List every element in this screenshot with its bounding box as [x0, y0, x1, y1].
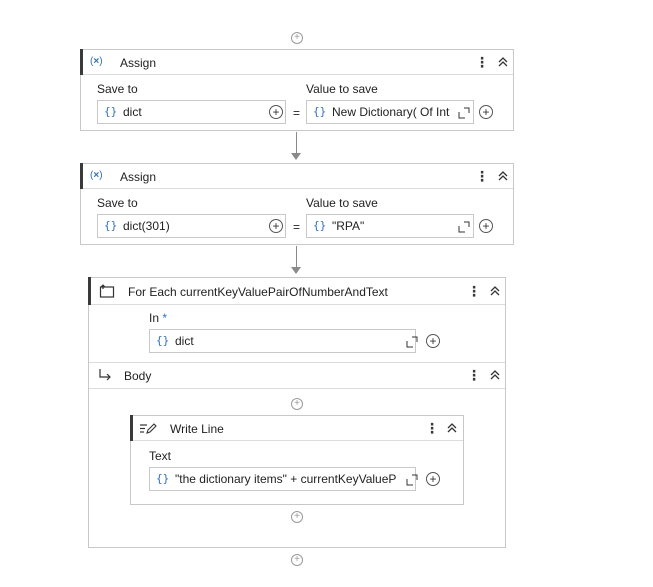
assign-1-save-to-braces-icon: {} [104, 105, 118, 118]
assign-1-value-label: Value to save [306, 82, 378, 96]
add-activity-bottom-button[interactable]: + [291, 554, 303, 566]
assign-activity-2[interactable]: (×) Assign ⋮ Save to Value to save {} di… [80, 163, 514, 245]
assign-2-title: Assign [120, 170, 157, 184]
assign-x-icon: (×) [90, 56, 103, 67]
write-line-plus-icon[interactable]: + [426, 472, 440, 486]
assign-1-expand-editor-icon[interactable] [458, 107, 470, 119]
for-each-header: For Each currentKeyValuePairOfNumberAndT… [88, 277, 505, 305]
assign-2-value-label: Value to save [306, 196, 378, 210]
assign-2-save-to-field[interactable]: {} dict(301) [97, 214, 286, 238]
assign-2-value-plus-icon[interactable]: + [479, 219, 493, 233]
write-line-activity[interactable]: Write Line ⋮ Text {} "the dictionary ite… [130, 415, 464, 505]
assign-2-expand-editor-icon[interactable] [458, 221, 470, 233]
assign-2-header: (×) Assign ⋮ [80, 163, 513, 189]
write-line-accent-bar [130, 415, 133, 441]
body-collapse-icon[interactable] [488, 367, 502, 383]
assign-2-save-to-label: Save to [97, 196, 138, 210]
write-line-text-value: "the dictionary items" + currentKeyValue… [175, 472, 397, 486]
for-each-in-braces-icon: {} [156, 334, 170, 347]
for-each-in-plus-icon[interactable]: + [426, 334, 440, 348]
for-each-more-options-icon[interactable]: ⋮ [467, 283, 481, 299]
for-each-in-value: dict [175, 334, 194, 348]
for-each-required-mark: * [162, 311, 168, 325]
assign-2-value-text: "RPA" [332, 219, 365, 233]
assign-2-equals-sign: = [293, 220, 301, 234]
write-line-expand-editor-icon[interactable] [406, 474, 418, 486]
body-arrow-icon [99, 369, 111, 381]
connector-line-2 [296, 246, 297, 268]
connector-arrow-2-icon [291, 267, 301, 274]
assign-1-save-to-value: dict [123, 105, 142, 119]
assign-1-value-braces-icon: {} [313, 105, 327, 118]
add-activity-top-button[interactable]: + [291, 32, 303, 44]
for-each-body-label: Body [124, 369, 152, 383]
connector-arrow-1-icon [291, 153, 301, 160]
for-each-accent-bar [88, 277, 91, 305]
for-each-icon [99, 284, 115, 298]
assign-1-save-to-label: Save to [97, 82, 138, 96]
for-each-in-field[interactable]: {} dict [149, 329, 418, 353]
assign-1-equals-sign: = [293, 106, 301, 120]
write-line-header: Write Line ⋮ [130, 415, 463, 441]
write-line-more-options-icon[interactable]: ⋮ [425, 420, 439, 436]
assign-x-icon: (×) [90, 170, 103, 181]
assign-1-value-text: New Dictionary( Of Int [332, 105, 450, 119]
assign-1-value-plus-icon[interactable]: + [479, 105, 493, 119]
assign-1-accent-bar [80, 49, 83, 75]
write-line-icon [140, 423, 157, 434]
assign-2-value-field[interactable]: {} "RPA" [306, 214, 474, 238]
for-each-title: For Each currentKeyValuePairOfNumberAndT… [128, 285, 388, 299]
assign-1-collapse-icon[interactable] [496, 54, 510, 70]
assign-2-accent-bar [80, 163, 83, 189]
assign-1-header: (×) Assign ⋮ [80, 49, 513, 75]
for-each-collapse-icon[interactable] [488, 283, 502, 299]
assign-1-save-to-plus-icon[interactable]: + [269, 105, 283, 119]
for-each-in-expand-editor-icon[interactable] [406, 336, 418, 348]
connector-line-1 [296, 132, 297, 154]
write-line-text-field[interactable]: {} "the dictionary items" + currentKeyVa… [149, 467, 418, 491]
assign-1-title: Assign [120, 56, 157, 70]
add-activity-body-top-button[interactable]: + [291, 398, 303, 410]
assign-1-save-to-field[interactable]: {} dict [97, 100, 286, 124]
write-line-collapse-icon[interactable] [445, 420, 459, 436]
body-more-options-icon[interactable]: ⋮ [467, 367, 481, 383]
assign-1-more-options-icon[interactable]: ⋮ [475, 54, 489, 70]
assign-2-save-to-plus-icon[interactable]: + [269, 219, 283, 233]
assign-2-save-to-value: dict(301) [123, 219, 170, 233]
write-line-text-label: Text [149, 449, 172, 463]
for-each-in-label: In * [149, 311, 167, 325]
assign-2-value-braces-icon: {} [313, 219, 327, 232]
assign-2-collapse-icon[interactable] [496, 168, 510, 184]
write-line-braces-icon: {} [156, 472, 170, 485]
for-each-activity[interactable]: For Each currentKeyValuePairOfNumberAndT… [88, 277, 506, 548]
add-activity-body-bottom-button[interactable]: + [291, 511, 303, 523]
write-line-title: Write Line [170, 422, 224, 436]
assign-2-save-to-braces-icon: {} [104, 219, 118, 232]
assign-activity-1[interactable]: (×) Assign ⋮ Save to Value to save {} di… [80, 49, 514, 131]
for-each-in-label-text: In [149, 311, 160, 325]
for-each-body-header: Body ⋮ [89, 362, 505, 389]
assign-2-more-options-icon[interactable]: ⋮ [475, 168, 489, 184]
assign-1-value-field[interactable]: {} New Dictionary( Of Int [306, 100, 474, 124]
